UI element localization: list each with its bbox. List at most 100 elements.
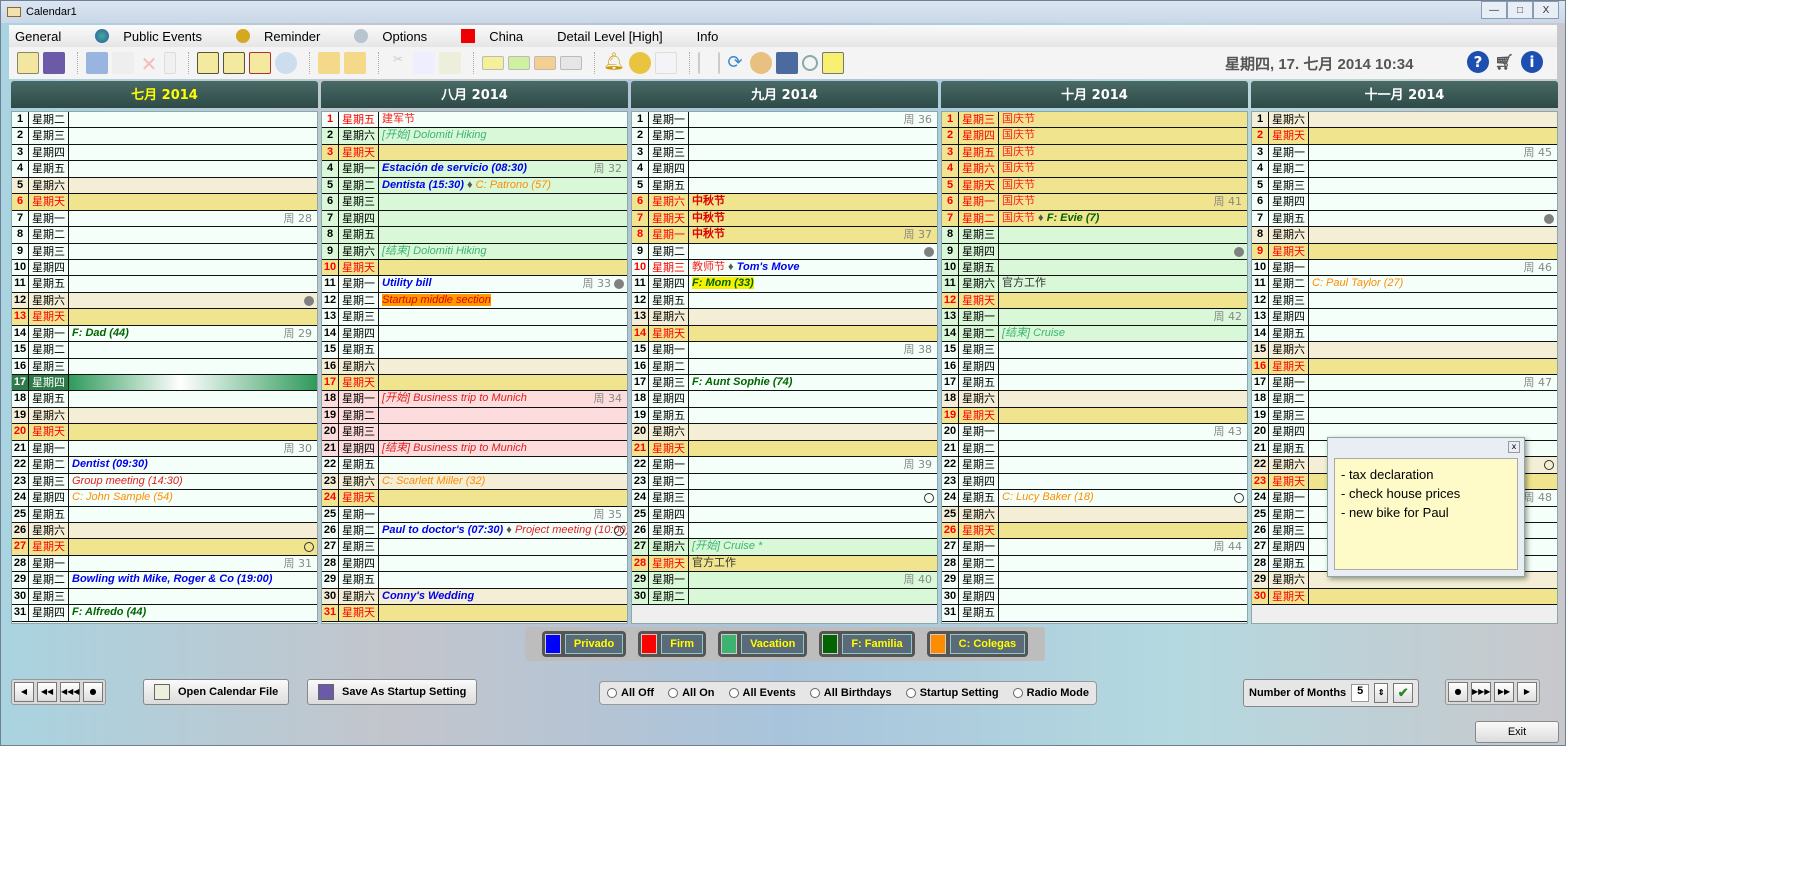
day-row[interactable]: 27 星期三 xyxy=(322,539,627,556)
radio-circle[interactable] xyxy=(809,688,820,698)
day-events[interactable] xyxy=(69,523,317,538)
day-row[interactable]: 1 星期二 xyxy=(12,112,317,129)
day-events[interactable]: F: Mom (33) xyxy=(689,276,937,291)
day-row[interactable]: 19 星期天 xyxy=(942,407,1247,425)
day-row[interactable]: 5 星期三 xyxy=(1252,177,1557,195)
day-events[interactable] xyxy=(69,441,317,456)
day-events[interactable]: 官方工作 xyxy=(689,556,937,571)
day-events[interactable]: Bowling with Mike, Roger & Co (19:00) xyxy=(69,572,317,587)
day-row[interactable]: 28 星期二 xyxy=(942,555,1247,573)
day-events[interactable]: 国庆节 xyxy=(999,178,1247,193)
day-row[interactable]: 28 星期四 xyxy=(322,555,627,573)
day-events[interactable]: 中秋节 xyxy=(689,211,937,226)
next-2-button[interactable]: ▶▶ xyxy=(1494,682,1514,702)
radio-circle[interactable] xyxy=(905,688,916,698)
event-appt[interactable]: Paul to doctor's (07:30) xyxy=(382,524,503,536)
day-events[interactable] xyxy=(689,441,937,456)
radio-radio-mode[interactable]: Radio Mode xyxy=(1012,687,1089,699)
day-row[interactable]: 17 星期三 F: Aunt Sophie (74) xyxy=(632,375,937,392)
calendar-view-icon[interactable] xyxy=(17,52,39,74)
radio-circle[interactable] xyxy=(1012,688,1023,698)
day-row[interactable]: 3 星期三 xyxy=(632,144,937,162)
day-events[interactable] xyxy=(1309,375,1557,390)
radio-all-off[interactable]: All Off xyxy=(607,687,654,699)
day-events[interactable]: [开始] Business trip to Munich xyxy=(379,391,627,406)
day-events[interactable] xyxy=(379,309,627,324)
radio-all-birthdays[interactable]: All Birthdays xyxy=(809,687,892,699)
event-col[interactable]: C: Scarlett Miller (32) xyxy=(382,475,485,487)
day-row[interactable]: 30 星期三 xyxy=(12,588,317,606)
day-events[interactable] xyxy=(999,441,1247,456)
menu-reminder[interactable]: Reminder xyxy=(230,29,320,44)
radio-startup-setting[interactable]: Startup Setting xyxy=(905,687,999,699)
day-row[interactable]: 20 星期三 xyxy=(322,424,627,441)
close-button[interactable]: X xyxy=(1533,1,1559,19)
event-vac[interactable]: [结束] Cruise xyxy=(1002,327,1065,339)
day-row[interactable]: 1 星期三 国庆节 xyxy=(942,112,1247,129)
day-events[interactable] xyxy=(379,194,627,209)
day-events[interactable] xyxy=(69,375,317,391)
day-events[interactable] xyxy=(1309,227,1557,242)
color-green-button[interactable] xyxy=(508,56,530,70)
event-meet[interactable]: Project meeting (10:00) xyxy=(515,524,627,536)
day-row[interactable]: 26 星期六 xyxy=(12,522,317,540)
day-events[interactable] xyxy=(689,457,937,472)
menu-info[interactable]: Info xyxy=(691,29,719,44)
event-col[interactable]: C: Patrono (57) xyxy=(476,179,551,191)
day-row[interactable]: 6 星期三 xyxy=(322,194,627,211)
day-row[interactable]: 18 星期六 xyxy=(942,391,1247,408)
day-row[interactable]: 12 星期天 xyxy=(942,292,1247,310)
day-row[interactable]: 13 星期六 xyxy=(632,309,937,326)
month-header[interactable]: 十一月 2014 xyxy=(1251,81,1558,108)
day-events[interactable] xyxy=(999,359,1247,374)
day-row[interactable]: 23 星期三 Group meeting (14:30) xyxy=(12,473,317,491)
day-row[interactable]: 8 星期六 xyxy=(1252,227,1557,244)
day-events[interactable] xyxy=(1309,309,1557,324)
event-fam[interactable]: F: Aunt Sophie (74) xyxy=(692,376,792,388)
day-row[interactable]: 26 星期二 Paul to doctor's (07:30) ♦ Project … xyxy=(322,522,627,540)
day-row[interactable]: 27 星期一 周 44 xyxy=(942,539,1247,556)
month-header[interactable]: 十月 2014 xyxy=(941,81,1248,108)
day-row[interactable]: 24 星期四 C: John Sample (54) xyxy=(12,490,317,507)
event-appt[interactable]: Dentista (15:30) xyxy=(382,179,464,191)
day-row[interactable]: 30 星期天 xyxy=(1252,588,1557,606)
color-yellow-button[interactable] xyxy=(482,56,504,70)
search-icon[interactable] xyxy=(802,55,818,71)
day-row[interactable]: 22 星期一 周 39 xyxy=(632,457,937,474)
day-row[interactable]: 14 星期五 xyxy=(1252,325,1557,343)
day-row[interactable]: 20 星期六 xyxy=(632,424,937,441)
day-row[interactable]: 30 星期四 xyxy=(942,588,1247,606)
day-events[interactable] xyxy=(689,161,937,176)
day-row[interactable]: 22 星期五 xyxy=(322,457,627,474)
day-row[interactable]: 15 星期五 xyxy=(322,342,627,359)
event-appt[interactable]: Conny's Wedding xyxy=(382,590,474,602)
day-events[interactable] xyxy=(379,457,627,472)
day-row[interactable]: 20 星期天 xyxy=(12,424,317,441)
day-row[interactable]: 10 星期四 xyxy=(12,259,317,277)
day-row[interactable]: 17 星期天 xyxy=(322,375,627,392)
day-row[interactable]: 24 星期天 xyxy=(322,490,627,507)
edit-icon[interactable] xyxy=(112,52,134,74)
day-events[interactable] xyxy=(1309,112,1557,127)
day-row[interactable]: 12 星期三 xyxy=(1252,292,1557,310)
day-events[interactable] xyxy=(69,589,317,604)
day-row[interactable]: 10 星期五 xyxy=(942,259,1247,277)
day-row[interactable]: 1 星期一 周 36 xyxy=(632,112,937,129)
day-events[interactable]: Dentista (15:30) ♦ C: Patrono (57) xyxy=(379,178,627,193)
refresh-icon[interactable]: ⟳ xyxy=(724,52,746,74)
day-row[interactable]: 25 星期一 周 35 xyxy=(322,506,627,523)
day-row[interactable]: 2 星期四 国庆节 xyxy=(942,128,1247,145)
day-row[interactable]: 2 星期天 xyxy=(1252,128,1557,145)
day-row[interactable]: 8 星期一 中秋节 周 37 xyxy=(632,227,937,244)
legend-c-colegas[interactable]: C: Colegas xyxy=(926,631,1029,657)
event-trip[interactable]: [开始] Business trip to Munich xyxy=(382,392,527,404)
day-row[interactable]: 21 星期天 xyxy=(632,440,937,458)
day-row[interactable]: 31 星期四 F: Alfredo (44) xyxy=(12,605,317,622)
day-events[interactable] xyxy=(69,539,317,554)
day-row[interactable]: 24 星期五 C: Lucy Baker (18) xyxy=(942,490,1247,507)
day-events[interactable] xyxy=(689,408,937,423)
book-icon[interactable] xyxy=(86,52,108,74)
day-row[interactable]: 23 星期六 C: Scarlett Miller (32) xyxy=(322,473,627,491)
day-row[interactable]: 4 星期六 国庆节 xyxy=(942,161,1247,178)
day-events[interactable] xyxy=(69,309,317,324)
